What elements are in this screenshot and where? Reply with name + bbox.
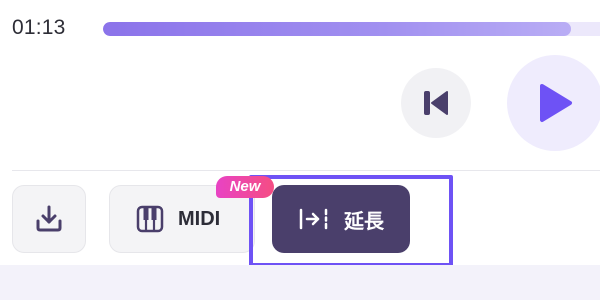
current-time: 01:13: [12, 16, 66, 39]
extend-label: 延長: [344, 210, 384, 233]
download-icon: [34, 204, 64, 234]
progress-bar[interactable]: [103, 22, 600, 36]
skip-back-icon: [421, 89, 451, 117]
bottom-panel: [0, 265, 600, 300]
previous-button[interactable]: [401, 68, 471, 138]
new-badge: New: [216, 176, 274, 198]
download-button[interactable]: [12, 185, 86, 253]
play-icon: [536, 82, 574, 124]
extend-button[interactable]: 延長: [272, 185, 410, 253]
progress-fill: [103, 22, 571, 36]
play-button[interactable]: [507, 55, 600, 151]
divider: [12, 170, 600, 171]
extend-arrow-icon: [298, 207, 330, 231]
midi-label: MIDI: [178, 207, 221, 230]
piano-keys-icon: [136, 205, 164, 233]
